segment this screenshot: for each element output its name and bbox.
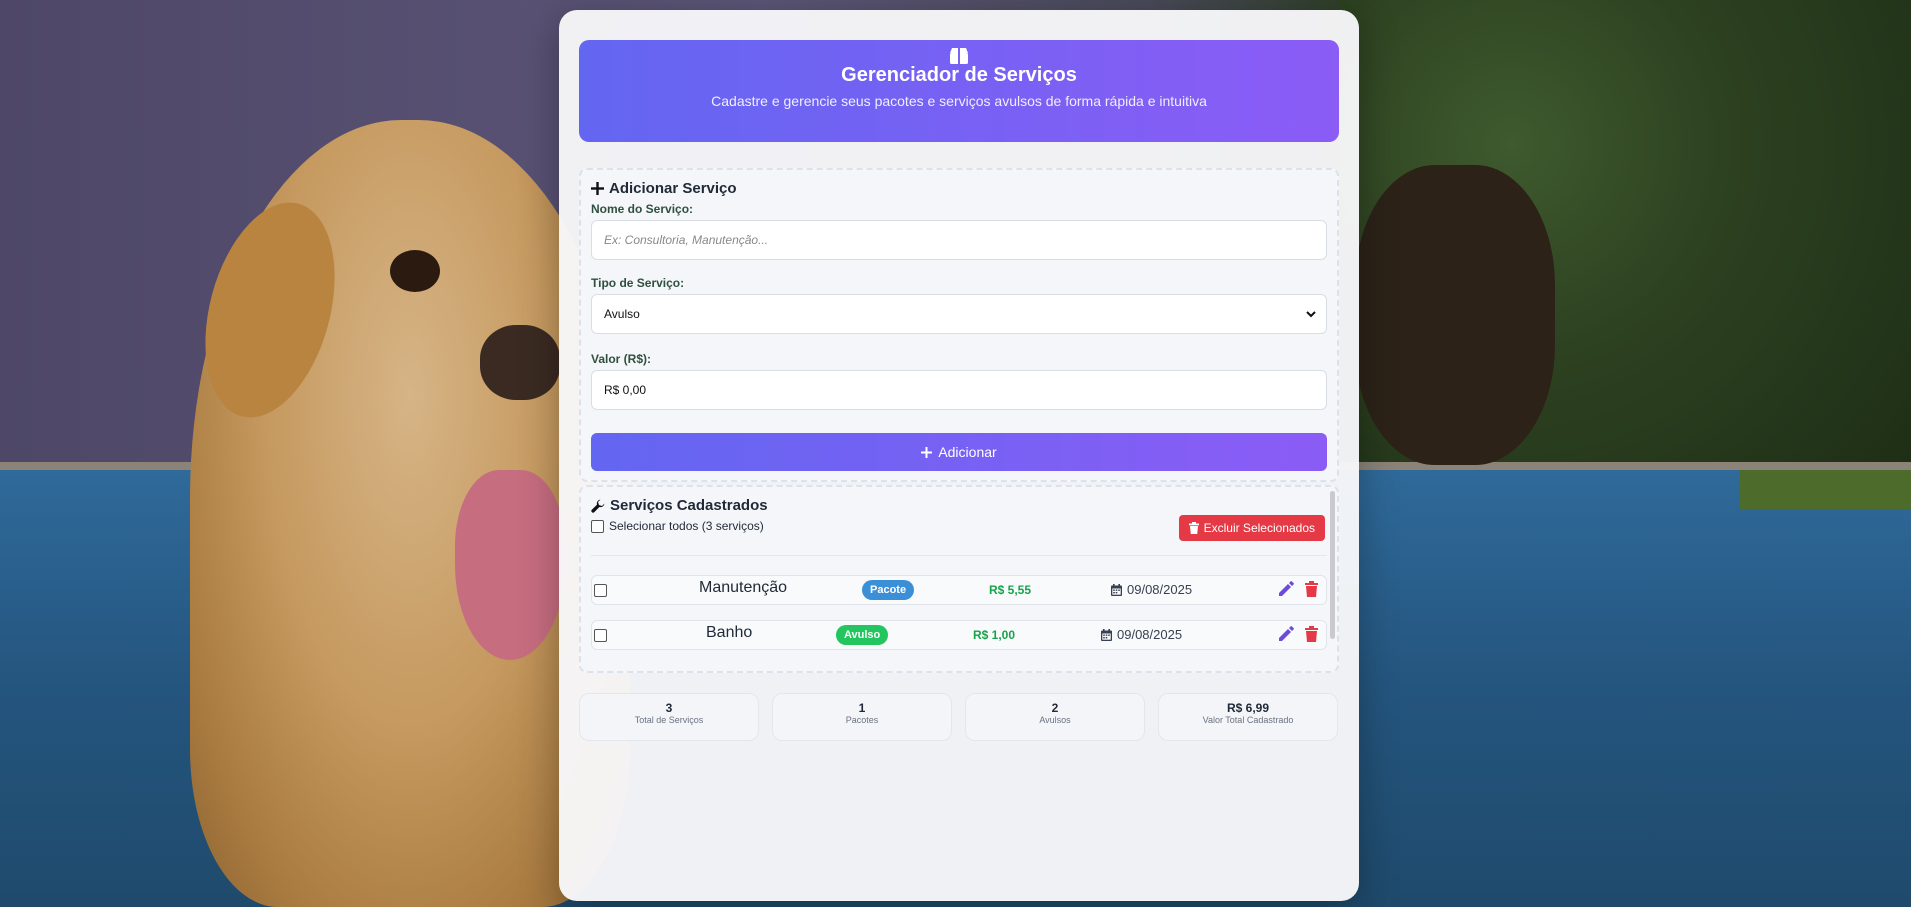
service-price: R$ 5,55 [989,583,1032,597]
trash-icon [1188,522,1199,534]
services-list-heading: Serviços Cadastrados [591,497,768,514]
select-all-checkbox[interactable] [591,519,604,533]
service-name: Banho [706,624,753,641]
add-service-panel: Adicionar Serviço Nome do Serviço: Tipo … [579,168,1339,482]
services-list-panel: Serviços Cadastrados Selecionar todos (3… [579,485,1339,673]
service-name-input[interactable] [591,220,1327,260]
service-value-text: R$ 0,00 [604,383,647,397]
service-type-select[interactable]: Avulso [591,294,1327,334]
trash-icon[interactable] [1305,581,1318,597]
select-all[interactable]: Selecionar todos (3 serviços) [591,519,764,533]
add-service-button[interactable]: Adicionar [591,433,1327,471]
select-all-label: Selecionar todos (3 serviços) [609,519,764,533]
stat-single-services: 2 Avulsos [965,693,1145,741]
service-value-label: Valor (R$): [591,352,652,366]
stat-label: Avulsos [1039,715,1071,725]
delete-selected-button[interactable]: Excluir Selecionados [1178,515,1325,541]
row-checkbox[interactable] [594,584,607,597]
delete-selected-label: Excluir Selecionados [1203,521,1315,535]
pencil-icon[interactable] [1278,581,1294,597]
plus-icon [921,446,933,458]
add-service-heading: Adicionar Serviço [591,180,737,197]
chevron-down-icon [1306,311,1316,318]
service-type-label: Tipo de Serviço: [591,276,685,290]
pencil-icon[interactable] [1278,626,1294,642]
page-subtitle: Cadastre e gerencie seus pacotes e servi… [711,93,1207,109]
calendar-icon [1101,628,1112,641]
trash-icon[interactable] [1305,626,1318,642]
calendar-icon [1111,583,1122,596]
service-name-label: Nome do Serviço: [591,202,694,216]
service-row: Banho Avulso R$ 1,00 09/08/2025 [591,620,1327,650]
service-type-badge: Avulso [836,625,889,645]
service-date: 09/08/2025 [1101,627,1182,642]
app-header: Gerenciador de Serviços Cadastre e geren… [579,40,1339,142]
stat-total-services: 3 Total de Serviços [579,693,759,741]
stat-label: Valor Total Cadastrado [1202,715,1294,725]
service-value-input[interactable]: R$ 0,00 [591,370,1327,410]
service-row: Manutenção Pacote R$ 5,55 09/08/2025 [591,575,1327,605]
service-date-text: 09/08/2025 [1127,582,1193,597]
services-list-title: Serviços Cadastrados [610,497,768,514]
service-price: R$ 1,00 [973,628,1016,642]
list-divider [591,555,1327,556]
add-service-button-label: Adicionar [938,444,997,460]
stat-value: R$ 6,99 [1226,701,1270,715]
wrench-icon [591,499,605,513]
stat-value: 2 [1051,701,1059,715]
row-checkbox[interactable] [594,629,607,642]
stat-label: Total de Serviços [634,715,704,725]
stat-label: Pacotes [845,715,879,725]
box-icon [950,48,968,64]
list-scrollbar[interactable] [1330,491,1335,639]
service-date-text: 09/08/2025 [1117,627,1183,642]
service-date: 09/08/2025 [1111,582,1192,597]
main-card: Gerenciador de Serviços Cadastre e geren… [559,10,1359,901]
stat-value: 3 [665,701,673,715]
plus-icon [591,182,604,195]
service-type-value: Avulso [604,307,640,321]
stat-value: 1 [858,701,866,715]
add-service-title: Adicionar Serviço [609,180,737,197]
stat-total-value: R$ 6,99 Valor Total Cadastrado [1158,693,1338,741]
service-type-badge: Pacote [862,580,915,600]
stat-packages: 1 Pacotes [772,693,952,741]
service-name: Manutenção [699,579,788,596]
page-title: Gerenciador de Serviços [841,64,1077,86]
